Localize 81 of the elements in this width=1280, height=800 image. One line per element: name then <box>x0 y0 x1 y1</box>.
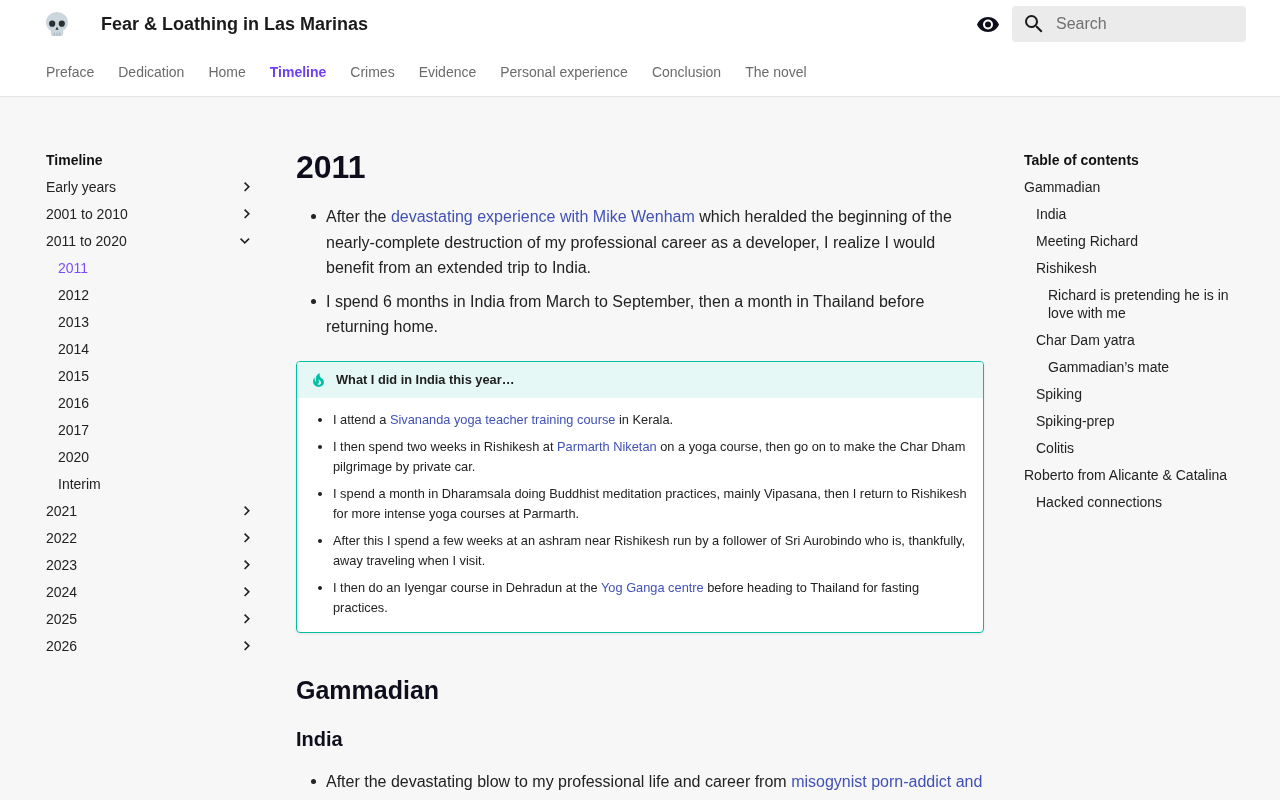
chevron-right-icon[interactable] <box>244 209 250 219</box>
section-heading: Gammadian <box>296 674 441 706</box>
toc-link[interactable]: Spiking-prep <box>1036 412 1236 430</box>
text-link[interactable]: Sivananda yoga teacher training course <box>389 411 616 427</box>
nav-item[interactable]: 2025 <box>46 610 254 628</box>
toc-link[interactable]: India <box>1036 205 1236 223</box>
nav-item[interactable]: 2026 <box>46 637 254 655</box>
text-link[interactable]: Yog Ganga centre <box>601 579 704 595</box>
subsection-heading: India <box>296 726 344 752</box>
nav-tab[interactable]: Evidence <box>418 64 477 80</box>
nav-item[interactable]: 2001 to 2010 <box>46 205 254 223</box>
nav-tab[interactable]: Personal experience <box>500 64 628 80</box>
chevron-right-icon[interactable] <box>244 587 250 597</box>
chevron-right-icon[interactable] <box>244 641 250 651</box>
bullet-icon <box>311 299 316 305</box>
text-link[interactable]: devastating experience with Mike Wenham <box>390 208 695 225</box>
chevron-right-icon[interactable] <box>244 560 250 570</box>
chevron-right-icon[interactable] <box>244 506 250 516</box>
nav-tab[interactable]: The novel <box>745 64 807 80</box>
chevron-right-icon[interactable] <box>244 533 250 543</box>
nav-item[interactable]: Early years <box>46 178 254 196</box>
nav-item[interactable]: 2015 <box>58 367 254 385</box>
nav-item[interactable]: 2021 <box>46 502 254 520</box>
toc-link[interactable]: Hacked connections <box>1036 493 1236 511</box>
nav-item[interactable]: 2022 <box>46 529 254 547</box>
nav-tab[interactable]: Preface <box>46 64 95 80</box>
text-link[interactable]: Parmarth Niketan <box>557 438 657 454</box>
nav-item[interactable]: 2024 <box>46 583 254 601</box>
chevron-right-icon[interactable] <box>244 182 250 192</box>
search-field[interactable]: Search <box>1012 6 1246 42</box>
search-icon <box>1025 15 1043 33</box>
bullet-icon <box>318 585 322 590</box>
list-item-text: I then do an Iyengar course in Dehradun at the Yog Ganga centre before heading to Thailand for fasting practices. <box>333 578 921 617</box>
sidebar-title: Timeline <box>46 151 104 169</box>
flame-icon <box>313 372 324 388</box>
toc-link[interactable]: Char Dam yatra <box>1036 331 1236 349</box>
toc-link[interactable]: Roberto from Alicante & Catalina <box>1024 466 1236 484</box>
nav-item[interactable]: 2011 <box>58 259 254 277</box>
toc-link[interactable]: Gammadian’s mate <box>1048 358 1236 376</box>
toc-link[interactable]: Rishikesh <box>1036 259 1236 277</box>
list-item-text: I attend a Sivananda yoga teacher training course in Kerala. <box>333 410 675 429</box>
chevron-down-icon[interactable] <box>240 238 250 244</box>
nav-tab[interactable]: Home <box>208 64 246 80</box>
bullet-icon <box>318 491 322 496</box>
nav-item[interactable]: 2016 <box>58 394 254 412</box>
nav-tab[interactable]: Crimes <box>350 64 395 80</box>
toc-link[interactable]: Gammadian <box>1024 178 1236 196</box>
bullet-icon <box>311 779 316 785</box>
nav-tab[interactable]: Dedication <box>118 64 185 80</box>
toc-link[interactable]: Spiking <box>1036 385 1236 403</box>
list-item-text: I then spend two weeks in Rishikesh at Parmarth Niketan on a yoga course, then go on to make the Char Dham pilgrimage by private car. <box>333 437 967 476</box>
eye-icon[interactable] <box>977 16 999 32</box>
nav-item[interactable]: Interim <box>58 475 254 493</box>
text-link[interactable]: misogynist porn-addict and <box>791 772 983 790</box>
nav-item[interactable]: 2012 <box>58 286 254 304</box>
toc-link[interactable]: Meeting Richard <box>1036 232 1236 250</box>
skull-icon[interactable] <box>46 12 68 36</box>
list-item-text: I spend a month in Dharamsala doing Buddhist meditation practices, mainly Vipasana, then I return to Rishikesh for more intense yoga courses at Parmarth. <box>333 484 968 523</box>
bullet-icon <box>318 444 322 449</box>
toc-link[interactable]: Colitis <box>1036 439 1236 457</box>
toc-link[interactable]: Richard is pretending he is in love with me <box>1048 286 1236 322</box>
nav-item[interactable]: 2023 <box>46 556 254 574</box>
nav-item[interactable]: 2017 <box>58 421 254 439</box>
nav-item[interactable]: 2011 to 2020 <box>46 232 254 250</box>
toc-title: Table of contents <box>1024 151 1140 169</box>
callout-title: What I did in India this year… <box>336 372 515 388</box>
nav-item[interactable]: 2014 <box>58 340 254 358</box>
list-item-text: After the devastating blow to my professional life and career from misogynist porn-addict and <box>326 771 984 792</box>
bullet-icon <box>318 417 322 422</box>
nav-item[interactable]: 2013 <box>58 313 254 331</box>
list-item-text: I spend 6 months in India from March to September, then a month in Thailand before returning home. <box>326 291 926 338</box>
site-title: Fear & Loathing in Las Marinas <box>101 13 369 35</box>
chevron-right-icon[interactable] <box>244 614 250 624</box>
list-item-text: After this I spend a few weeks at an ashram near Rishikesh run by a follower of Sri Aurobindo who is, thankfully, away traveling when I visit. <box>333 531 967 570</box>
page-heading: 2011 <box>296 148 367 187</box>
nav-item[interactable]: 2020 <box>58 448 254 466</box>
bullet-icon <box>318 538 322 543</box>
nav-tab[interactable]: Timeline <box>269 64 327 80</box>
nav-tab[interactable]: Conclusion <box>651 64 722 80</box>
list-item-text: After the devastating experience with Mike Wenham which heralded the beginning of the nearly-complete destruction of my professional career as a developer, I realize I would benefit from an extended trip to India. <box>326 207 953 279</box>
bullet-icon <box>311 214 316 220</box>
